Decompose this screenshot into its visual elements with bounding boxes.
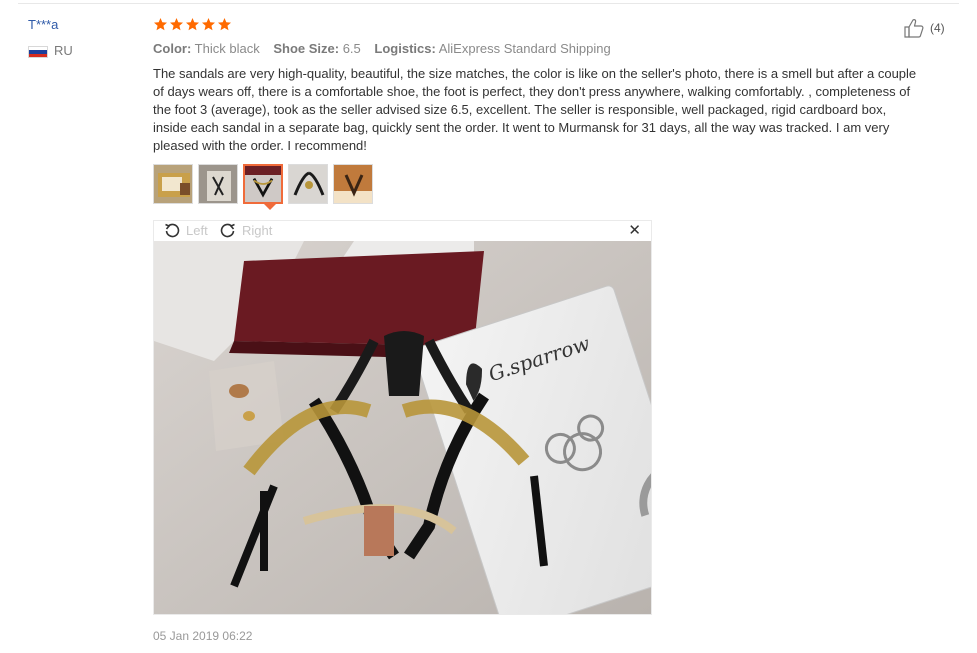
photo-thumbnails <box>153 164 378 204</box>
country-code: RU <box>54 43 73 58</box>
logistics-value: AliExpress Standard Shipping <box>438 41 611 56</box>
shoe-size-label: Shoe Size: <box>273 41 340 56</box>
star-icon <box>218 17 231 31</box>
color-value: Thick black <box>194 41 260 56</box>
photo-thumbnail[interactable] <box>153 164 193 204</box>
photo-thumbnail[interactable] <box>288 164 328 204</box>
russia-flag-icon <box>28 46 48 58</box>
active-thumbnail-indicator <box>264 204 276 210</box>
reviewer-info: T***a RU <box>28 17 73 58</box>
rotate-right-label: Right <box>242 222 273 238</box>
reviewer-name[interactable]: T***a <box>28 17 58 33</box>
color-label: Color: <box>153 41 192 56</box>
helpful-button[interactable]: (4) <box>903 17 945 39</box>
order-attributes: Color: Thick black Shoe Size: 6.5 Logist… <box>153 40 621 57</box>
viewer-toolbar: Left Right ✕ <box>154 221 651 241</box>
logistics-label: Logistics: <box>374 41 436 56</box>
photo-thumbnail[interactable] <box>333 164 373 204</box>
helpful-count: (4) <box>930 21 945 35</box>
close-icon: ✕ <box>628 222 641 239</box>
top-divider <box>18 3 959 4</box>
close-viewer-button[interactable]: ✕ <box>628 222 641 240</box>
star-rating <box>153 17 232 33</box>
photo-viewer: Left Right ✕ G.sparrow <box>153 220 652 615</box>
rotate-right-button[interactable]: Right <box>220 222 272 238</box>
rotate-right-icon <box>220 223 235 238</box>
star-icon <box>154 17 167 31</box>
rotate-left-button[interactable]: Left <box>164 222 208 238</box>
photo-thumbnail[interactable] <box>198 164 238 204</box>
photo-thumbnail-active[interactable] <box>243 164 283 204</box>
rotate-left-label: Left <box>186 222 208 238</box>
star-icon <box>170 17 183 31</box>
shoe-size-value: 6.5 <box>342 41 361 56</box>
review-date: 05 Jan 2019 06:22 <box>153 629 253 643</box>
rotate-left-icon <box>165 223 180 238</box>
star-icon <box>186 17 199 31</box>
star-icon <box>202 17 215 31</box>
reviewer-country: RU <box>28 43 88 59</box>
thumbs-up-icon <box>904 19 924 38</box>
review-photo: G.sparrow <box>154 241 651 614</box>
review-text: The sandals are very high-quality, beaut… <box>153 66 917 153</box>
